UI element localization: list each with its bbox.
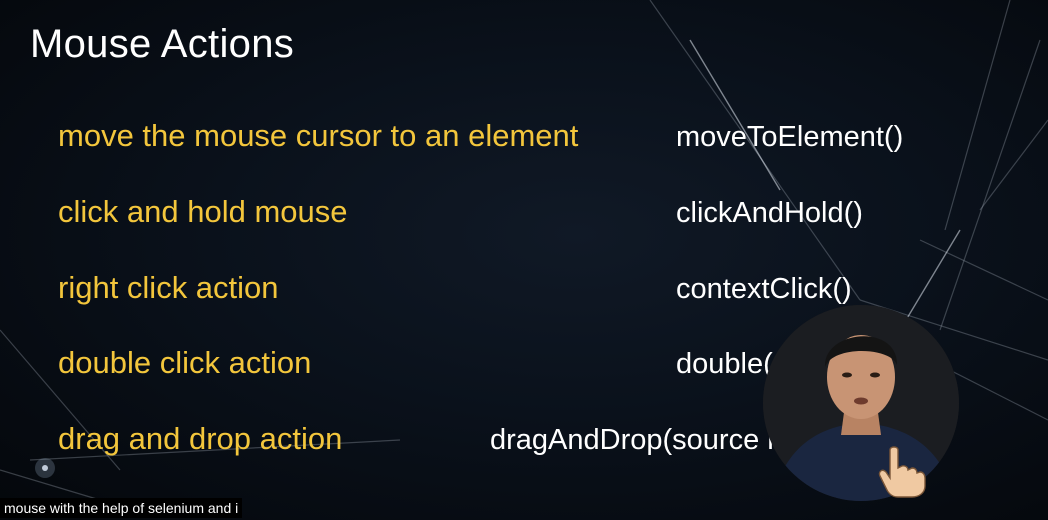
action-description-double-click: double click action	[58, 345, 312, 380]
presentation-slide: Mouse Actions move the mouse cursor to a…	[0, 0, 1048, 520]
video-caption: mouse with the help of selenium and i	[0, 498, 243, 518]
action-method-context-click: contextClick()	[676, 273, 852, 305]
action-description-move: move the mouse cursor to an element	[58, 118, 579, 153]
action-method-drag-and-drop: dragAndDrop(source ne)	[490, 424, 810, 456]
action-description-right-click: right click action	[58, 270, 279, 305]
action-description-click-hold: click and hold mouse	[58, 194, 348, 229]
pointing-hand-icon	[878, 446, 926, 498]
presenter-webcam-overlay	[763, 305, 959, 501]
action-method-move-to-element: moveToElement()	[676, 121, 904, 153]
action-method-click-and-hold: clickAndHold()	[676, 197, 863, 229]
slide-title: Mouse Actions	[30, 22, 295, 66]
action-description-drag-drop: drag and drop action	[58, 421, 343, 456]
action-method-double-click: double(	[676, 348, 773, 380]
